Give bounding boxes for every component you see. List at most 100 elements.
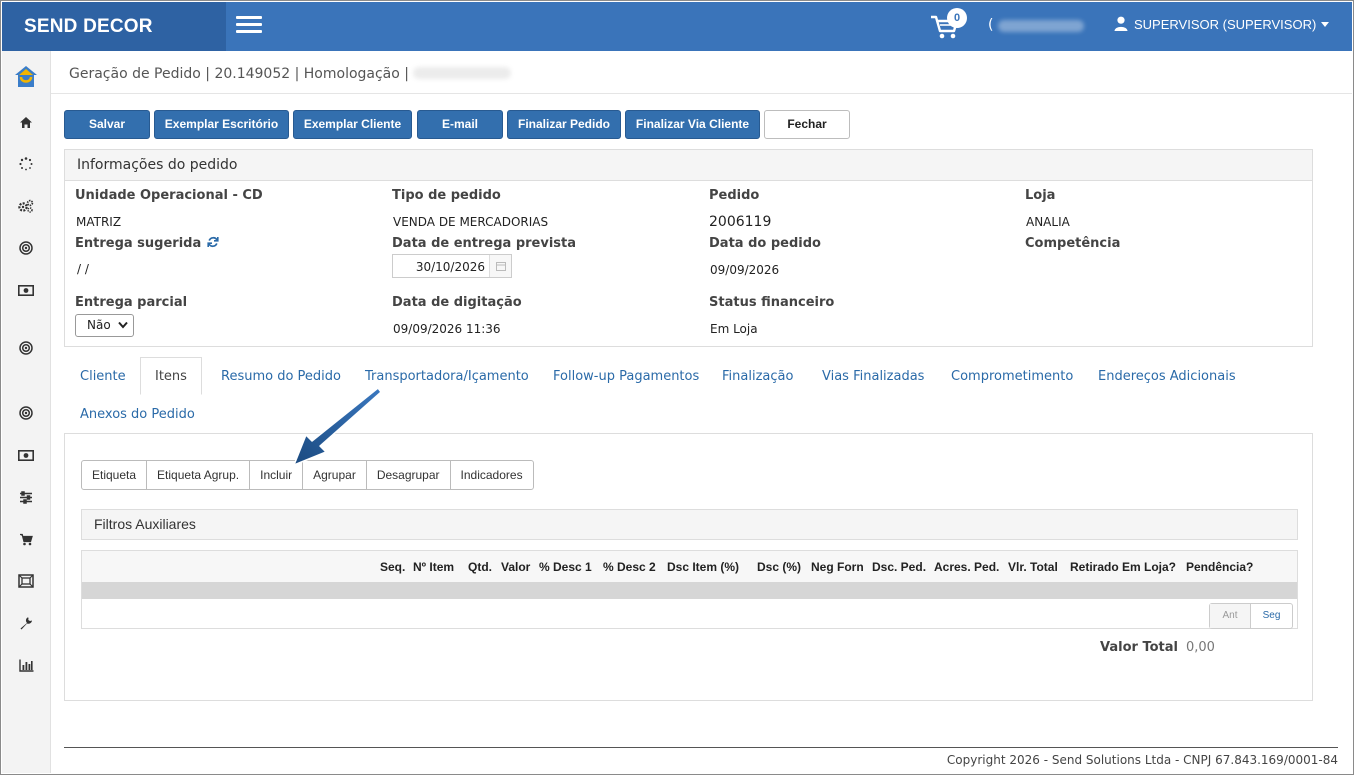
money-icon[interactable] bbox=[15, 444, 37, 466]
entrega-sugerida-value: / / bbox=[77, 262, 89, 276]
tab-resumo-pedido[interactable]: Resumo do Pedido bbox=[221, 369, 341, 384]
tipo-value: VENDA DE MERCADORIAS bbox=[393, 215, 549, 229]
items-action-group: Etiqueta Etiqueta Agrup. Incluir Agrupar… bbox=[81, 460, 534, 490]
tab-comprometimento[interactable]: Comprometimento bbox=[951, 369, 1073, 384]
col-dsc-ped[interactable]: Dsc. Ped. bbox=[872, 560, 926, 574]
auxiliary-filters-panel[interactable]: Filtros Auxiliares bbox=[81, 509, 1298, 540]
tab-anexos-pedido[interactable]: Anexos do Pedido bbox=[80, 407, 195, 422]
tab-finalizacao[interactable]: Finalização bbox=[722, 369, 793, 384]
unidade-value: MATRIZ bbox=[76, 215, 122, 229]
col-vlr-total[interactable]: Vlr. Total bbox=[1008, 560, 1058, 574]
page-title: Geração de Pedido | 20.149052 | Homologa… bbox=[69, 66, 511, 82]
tab-follow-up-pagamentos[interactable]: Follow-up Pagamentos bbox=[553, 369, 699, 384]
indicators-button[interactable]: Indicadores bbox=[451, 461, 533, 489]
data-pedido-value: 09/09/2026 bbox=[710, 263, 780, 277]
loja-label: Loja bbox=[1025, 188, 1056, 203]
spinner-icon[interactable] bbox=[15, 153, 37, 175]
user-menu[interactable]: SUPERVISOR (SUPERVISOR) bbox=[1114, 16, 1330, 32]
blurred-store-info: ( bbox=[988, 17, 1088, 35]
copyright-text: Copyright 2026 - Send Solutions Ltda - C… bbox=[946, 753, 1338, 767]
data-digitacao-label: Data de digitação bbox=[392, 295, 522, 310]
delivery-date-input[interactable]: 30/10/2026 bbox=[392, 254, 512, 278]
user-icon bbox=[1114, 16, 1128, 31]
target-icon[interactable] bbox=[15, 237, 37, 259]
total-value: 0,00 bbox=[1186, 640, 1215, 655]
pedido-value: 2006119 bbox=[709, 214, 772, 230]
col-retirado-loja[interactable]: Retirado Em Loja? bbox=[1070, 560, 1176, 574]
status-financeiro-label: Status financeiro bbox=[709, 295, 835, 310]
refresh-icon[interactable] bbox=[207, 236, 219, 248]
tab-enderecos-adicionais[interactable]: Endereços Adicionais bbox=[1098, 369, 1236, 384]
tab-cliente[interactable]: Cliente bbox=[80, 369, 126, 384]
col-dsc-item[interactable]: Dsc Item (%) bbox=[667, 560, 739, 574]
tab-itens[interactable]: Itens bbox=[140, 357, 202, 395]
tab-bar: Cliente Itens Resumo do Pedido Transport… bbox=[64, 357, 1313, 434]
col-desc1[interactable]: % Desc 1 bbox=[539, 560, 592, 574]
col-acres-ped[interactable]: Acres. Ped. bbox=[934, 560, 999, 574]
bar-chart-icon[interactable] bbox=[15, 654, 37, 676]
grid-header-row: Seq. Nº Item Qtd. Valor % Desc 1 % Desc … bbox=[82, 551, 1297, 582]
tipo-label: Tipo de pedido bbox=[392, 188, 501, 203]
money-icon[interactable] bbox=[15, 279, 37, 301]
loja-value: ANALIA bbox=[1026, 215, 1070, 229]
panel-heading: Informações do pedido bbox=[65, 150, 1312, 181]
finalize-order-button[interactable]: Finalizar Pedido bbox=[507, 110, 621, 139]
gears-icon[interactable] bbox=[15, 195, 37, 217]
col-item-number[interactable]: Nº Item bbox=[413, 560, 454, 574]
sidebar bbox=[2, 51, 51, 773]
items-grid: Seq. Nº Item Qtd. Valor % Desc 1 % Desc … bbox=[81, 550, 1298, 629]
col-pendencia[interactable]: Pendência? bbox=[1186, 560, 1253, 574]
wrench-icon[interactable] bbox=[15, 612, 37, 634]
entrega-sugerida-label: Entrega sugerida bbox=[75, 236, 219, 251]
finalize-via-client-button[interactable]: Finalizar Via Cliente bbox=[625, 110, 760, 139]
col-valor[interactable]: Valor bbox=[501, 560, 530, 574]
pager: Ant Seg bbox=[1209, 603, 1293, 629]
next-page-button[interactable]: Seg bbox=[1251, 604, 1292, 628]
frame-icon[interactable] bbox=[15, 570, 37, 592]
client-copy-button[interactable]: Exemplar Cliente bbox=[293, 110, 412, 139]
group-button[interactable]: Agrupar bbox=[303, 461, 367, 489]
calendar-icon[interactable] bbox=[489, 255, 511, 277]
label-button[interactable]: Etiqueta bbox=[82, 461, 148, 489]
target-icon[interactable] bbox=[15, 402, 37, 424]
grid-empty-row bbox=[82, 582, 1297, 599]
items-tab-content: Etiqueta Etiqueta Agrup. Incluir Agrupar… bbox=[64, 433, 1313, 701]
close-button[interactable]: Fechar bbox=[764, 110, 850, 139]
total-label: Valor Total bbox=[1100, 640, 1178, 655]
col-seq[interactable]: Seq. bbox=[380, 560, 405, 574]
prev-page-button[interactable]: Ant bbox=[1210, 604, 1251, 628]
tab-vias-finalizadas[interactable]: Vias Finalizadas bbox=[822, 369, 924, 384]
entrega-parcial-label: Entrega parcial bbox=[75, 295, 188, 310]
order-info-panel: Informações do pedido Unidade Operaciona… bbox=[64, 149, 1313, 347]
include-button[interactable]: Incluir bbox=[250, 461, 304, 489]
cart-icon[interactable] bbox=[15, 528, 37, 550]
brand-logo[interactable]: SEND DECOR bbox=[2, 2, 226, 51]
home-icon[interactable] bbox=[15, 111, 37, 133]
competencia-label: Competência bbox=[1025, 236, 1121, 251]
ungroup-button[interactable]: Desagrupar bbox=[367, 461, 451, 489]
footer-divider bbox=[64, 747, 1338, 748]
entrega-parcial-select[interactable]: Não bbox=[75, 314, 134, 337]
status-financeiro-value: Em Loja bbox=[710, 322, 758, 336]
tab-transportadora[interactable]: Transportadora/Içamento bbox=[365, 369, 529, 384]
col-neg-forn[interactable]: Neg Forn bbox=[811, 560, 864, 574]
email-button[interactable]: E-mail bbox=[417, 110, 503, 139]
grouped-label-button[interactable]: Etiqueta Agrup. bbox=[147, 461, 251, 489]
col-desc2[interactable]: % Desc 2 bbox=[603, 560, 656, 574]
unidade-label: Unidade Operacional - CD bbox=[75, 188, 263, 203]
save-button[interactable]: Salvar bbox=[64, 110, 150, 139]
col-dsc[interactable]: Dsc (%) bbox=[757, 560, 801, 574]
office-copy-button[interactable]: Exemplar Escritório bbox=[154, 110, 289, 139]
pedido-label: Pedido bbox=[709, 188, 760, 203]
chevron-down-icon bbox=[1321, 22, 1330, 27]
target-icon[interactable] bbox=[15, 337, 37, 359]
data-entrega-label: Data de entrega prevista bbox=[392, 236, 577, 251]
blurred-title-suffix bbox=[413, 67, 511, 79]
app-logo-icon[interactable] bbox=[13, 64, 39, 90]
divider bbox=[51, 93, 1352, 94]
sliders-icon[interactable] bbox=[15, 486, 37, 508]
data-digitacao-value: 09/09/2026 11:36 bbox=[393, 322, 501, 336]
menu-toggle-icon[interactable] bbox=[236, 16, 262, 36]
user-name: SUPERVISOR (SUPERVISOR) bbox=[1134, 17, 1317, 32]
col-qtd[interactable]: Qtd. bbox=[468, 560, 492, 574]
